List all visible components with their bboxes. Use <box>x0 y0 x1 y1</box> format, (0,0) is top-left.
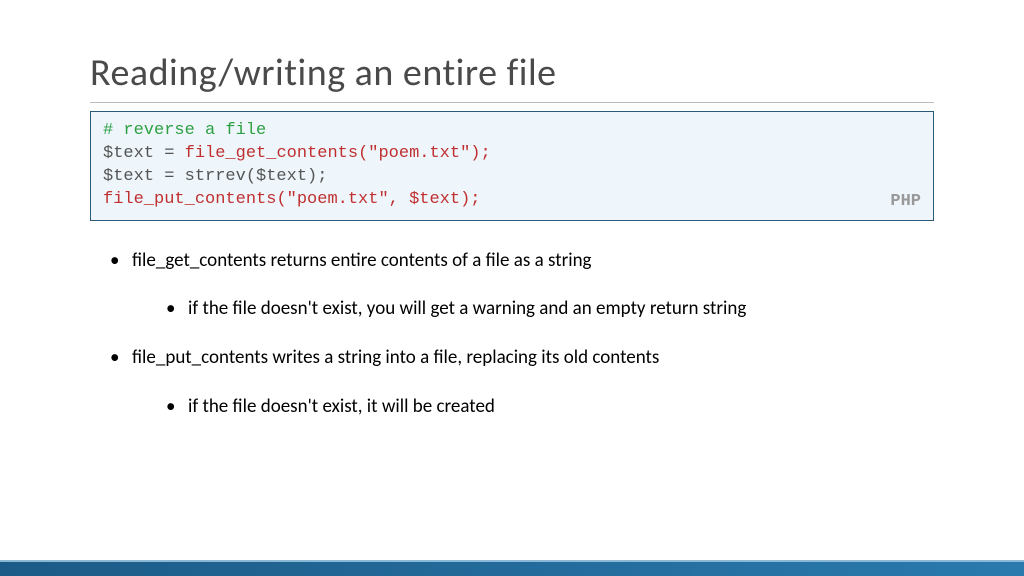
code-line-1: # reverse a file <box>103 120 921 143</box>
sub-bullet-list: if the file doesn't exist, it will be cr… <box>132 395 934 420</box>
code-paren: (" <box>358 144 378 163</box>
code-line-4: file_put_contents("poem.txt", $text); <box>103 189 921 212</box>
code-string: poem.txt <box>297 190 379 209</box>
code-line-3: $text = strrev($text); <box>103 166 921 189</box>
bullet-item: file_get_contents returns entire content… <box>110 249 934 322</box>
code-line-2: $text = file_get_contents("poem.txt"); <box>103 143 921 166</box>
sub-bullet-item: if the file doesn't exist, it will be cr… <box>166 395 934 420</box>
bullet-text: file_put_contents writes a string into a… <box>132 346 659 369</box>
sub-bullet-text: if the file doesn't exist, you will get … <box>188 297 746 320</box>
code-comment: # reverse a file <box>103 121 266 140</box>
title-underline <box>90 102 934 103</box>
bullet-list: file_get_contents returns entire content… <box>90 249 934 420</box>
code-var: $text = <box>103 144 185 163</box>
code-remainder: ", $text); <box>378 190 480 209</box>
bullet-item: file_put_contents writes a string into a… <box>110 346 934 419</box>
bottom-accent-bar <box>0 560 1024 576</box>
sub-bullet-text: if the file doesn't exist, it will be cr… <box>188 395 495 418</box>
code-func: file_put_contents <box>103 190 276 209</box>
sub-bullet-list: if the file doesn't exist, you will get … <box>132 297 934 322</box>
code-paren: (" <box>276 190 296 209</box>
slide-content: Reading/writing an entire file # reverse… <box>0 0 1024 576</box>
code-text: $text = strrev($text); <box>103 167 327 186</box>
language-label: PHP <box>890 191 921 214</box>
slide-title: Reading/writing an entire file <box>90 50 934 96</box>
sub-bullet-item: if the file doesn't exist, you will get … <box>166 297 934 322</box>
code-string: poem.txt <box>378 144 460 163</box>
code-func: file_get_contents <box>185 144 358 163</box>
code-box: # reverse a file $text = file_get_conten… <box>90 111 934 221</box>
bullet-text: file_get_contents returns entire content… <box>132 249 592 272</box>
code-paren-close: "); <box>460 144 491 163</box>
